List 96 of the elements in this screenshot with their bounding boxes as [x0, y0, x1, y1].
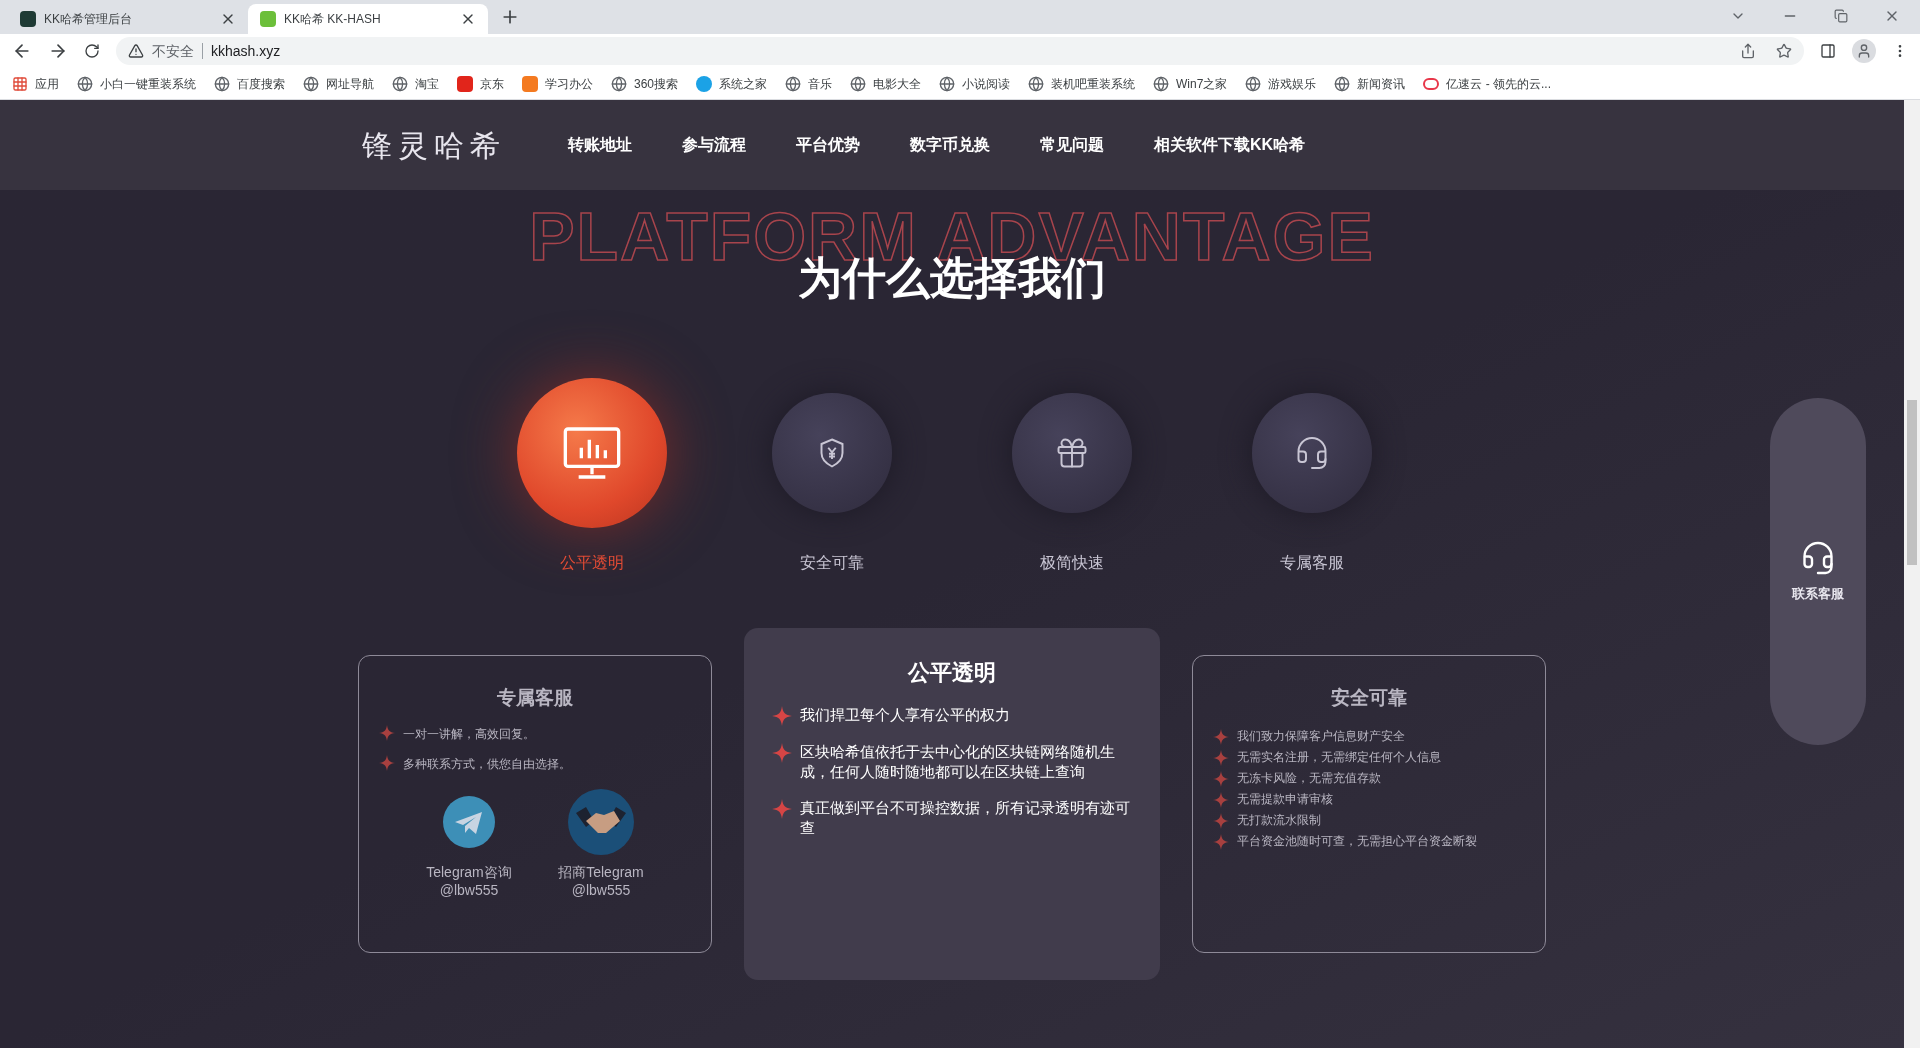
sparkle-icon: [1213, 833, 1229, 850]
feature-tab[interactable]: 极简快速: [997, 378, 1147, 588]
globe-icon: [392, 75, 408, 92]
nav-link[interactable]: 数字币兑换: [910, 133, 990, 157]
card-title: 公平透明: [906, 659, 997, 687]
url-text: kkhash.xyz: [211, 41, 281, 61]
sparkle-icon: [772, 743, 792, 763]
sparkle-icon: [772, 706, 792, 726]
reload-icon[interactable]: [84, 43, 100, 59]
bookmark-item[interactable]: 应用: [12, 74, 59, 93]
globe-icon: [214, 75, 230, 92]
globe-icon: [1334, 75, 1351, 92]
site-logo[interactable]: 锋灵哈希: [362, 122, 506, 168]
feature-label: 极简快速: [1040, 553, 1104, 573]
globe-icon: [1245, 75, 1262, 92]
sparkle-icon: [772, 799, 792, 819]
bookmark-item[interactable]: 网址导航: [303, 74, 374, 93]
feature-label: 公平透明: [560, 553, 624, 573]
feature-tab[interactable]: 安全可靠: [757, 378, 907, 588]
bookmark-item[interactable]: 游戏娱乐: [1245, 74, 1317, 93]
bookmark-item[interactable]: 系统之家: [696, 74, 768, 93]
nav-link[interactable]: 参与流程: [682, 133, 746, 157]
contact-support-button[interactable]: 联系客服: [1770, 398, 1866, 745]
browser-tab[interactable]: KK哈希 KK-HASH: [248, 4, 488, 34]
tab-title: KK哈希管理后台: [44, 11, 133, 28]
sparkle-icon: [379, 754, 395, 771]
bookmark-star-icon[interactable]: [1776, 43, 1792, 59]
card-item-text: 无需提款申请审核: [1237, 791, 1333, 807]
nav-link[interactable]: 常见问题: [1040, 133, 1104, 157]
sparkle-icon: [1213, 749, 1229, 766]
site-favicon: [260, 11, 276, 27]
card-item-text: 区块哈希值依托于去中心化的区块链网络随机生成，任何人随时随地都可以在区块链上查询: [800, 742, 1116, 782]
bookmark-item[interactable]: 淘宝: [392, 74, 439, 93]
handshake-icon: [568, 788, 634, 855]
globe-icon: [77, 75, 93, 92]
bookmark-item[interactable]: 京东: [457, 74, 504, 93]
card-item-text: 我们致力保障客户信息财产安全: [1237, 728, 1405, 744]
sparkle-icon: [1213, 812, 1229, 829]
globe-icon: [303, 75, 319, 92]
globe-icon: [850, 75, 867, 92]
sparkle-icon: [1213, 728, 1229, 745]
globe-icon: [611, 75, 627, 92]
bookmark-item[interactable]: 百度搜索: [214, 74, 285, 93]
card-title: 安全可靠: [1330, 686, 1408, 710]
site-logo-icon: [696, 75, 713, 92]
sparkle-icon: [1213, 791, 1229, 808]
headset-icon: [1800, 539, 1836, 576]
warning-icon: [128, 43, 144, 59]
restore-icon[interactable]: [1834, 9, 1848, 23]
bookmark-item[interactable]: 新闻资讯: [1334, 74, 1406, 93]
bookmark-item[interactable]: Win7之家: [1153, 74, 1228, 93]
address-bar[interactable]: 不安全 kkhash.xyz: [116, 37, 1804, 65]
bookmark-item[interactable]: 360搜索: [611, 74, 679, 93]
card-item-text: 无冻卡风险，无需充值存款: [1237, 770, 1381, 786]
bookmark-item[interactable]: 音乐: [785, 74, 833, 93]
security-label: 不安全: [152, 41, 194, 61]
profile-avatar[interactable]: [1852, 39, 1876, 63]
bookmark-item[interactable]: 电影大全: [850, 74, 922, 93]
sparkle-icon: [1213, 770, 1229, 787]
site-favicon: [20, 11, 36, 27]
side-panel-icon[interactable]: [1820, 43, 1836, 59]
card-item-text: 我们捍卫每个人享有公平的权力: [800, 705, 1010, 725]
feature-tab[interactable]: 公平透明: [517, 378, 667, 588]
bookmark-item[interactable]: 装机吧重装系统: [1028, 74, 1136, 93]
card-item-text: 一对一讲解，高效回复。: [403, 725, 535, 743]
share-icon[interactable]: [1740, 43, 1756, 59]
feature-label: 安全可靠: [800, 553, 864, 573]
card-title: 专属客服: [496, 686, 574, 710]
card-item-text: 平台资金池随时可查，无需担心平台资金断裂: [1237, 833, 1477, 849]
store-logo-icon: [457, 75, 473, 92]
paper-plane-icon: [443, 795, 495, 848]
globe-icon: [785, 75, 802, 92]
apps-grid-icon: [12, 75, 28, 92]
card-item-text: 无需实名注册，无需绑定任何个人信息: [1237, 749, 1441, 765]
card-item-text: 无打款流水限制: [1237, 812, 1321, 828]
bookmark-item[interactable]: 学习办公: [522, 74, 593, 93]
card-item-text: 多种联系方式，供您自由选择。: [403, 755, 571, 773]
tab-title: KK哈希 KK-HASH: [284, 11, 382, 28]
nav-link[interactable]: 转账地址: [568, 133, 632, 157]
browser-tab[interactable]: KK哈希管理后台: [8, 4, 248, 34]
feature-tab[interactable]: 专属客服: [1237, 378, 1387, 588]
contact-link[interactable]: 招商Telegram @lbw555: [551, 788, 651, 899]
bookmark-item[interactable]: 小白一键重装系统: [77, 74, 196, 93]
globe-icon: [1028, 75, 1045, 92]
globe-icon: [1153, 75, 1170, 92]
globe-icon: [939, 75, 956, 92]
nav-link[interactable]: 相关软件下载KK哈希: [1154, 133, 1306, 157]
office-logo-icon: [522, 75, 538, 92]
contact-link[interactable]: Telegram咨询 @lbw555: [419, 788, 519, 899]
sparkle-icon: [379, 724, 395, 741]
button-label: 联系客服: [1792, 584, 1844, 603]
card-item-text: 真正做到平台不可操控数据，所有记录透明有迹可查: [800, 798, 1131, 838]
bookmark-item[interactable]: 小说阅读: [939, 74, 1011, 93]
nav-link[interactable]: 平台优势: [796, 133, 860, 157]
bookmark-item[interactable]: 亿速云 - 领先的云...: [1423, 74, 1552, 93]
feature-label: 专属客服: [1280, 553, 1344, 573]
